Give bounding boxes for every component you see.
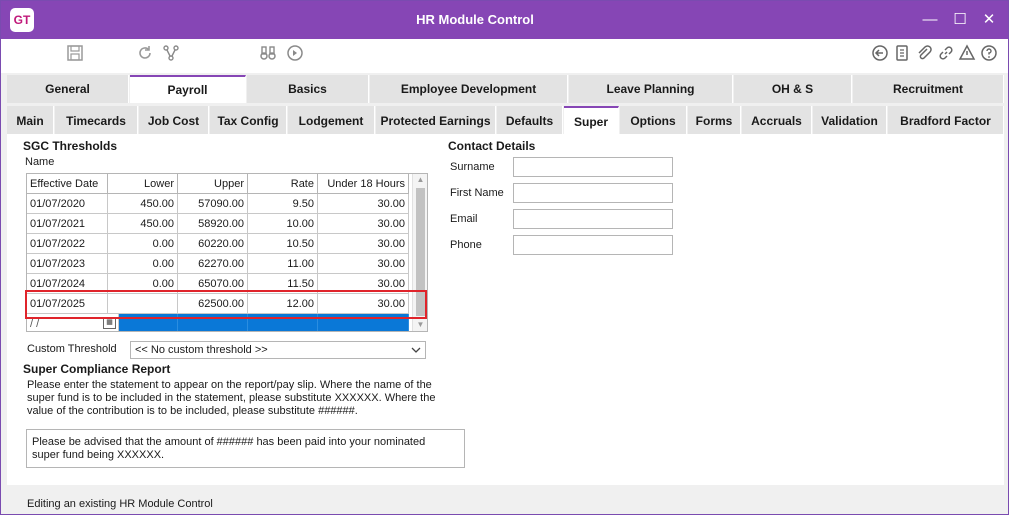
tab-protected-earnings[interactable]: Protected Earnings	[376, 106, 496, 134]
chevron-down-icon[interactable]	[411, 342, 421, 364]
grid-header: Effective Date Lower Upper Rate Under 18…	[27, 174, 409, 194]
instruction-line: value of the contribution is to be inclu…	[27, 405, 358, 417]
custom-threshold-select[interactable]: << No custom threshold >>	[130, 341, 426, 359]
hr-module-control-window: GT HR Module Control — ☐ ✕ General Payro…	[0, 0, 1009, 515]
title-bar: GT HR Module Control — ☐ ✕	[1, 1, 1008, 39]
alert-icon[interactable]	[957, 44, 977, 64]
cell-under-18-hours[interactable]: 30.00	[318, 214, 409, 234]
calendar-icon[interactable]: ▦	[103, 318, 116, 329]
tab-accruals[interactable]: Accruals	[742, 106, 812, 134]
custom-threshold-value: << No custom threshold >>	[135, 344, 268, 356]
email-label: Email	[450, 213, 478, 225]
hierarchy-icon[interactable]	[161, 44, 181, 64]
tab-employee-development[interactable]: Employee Development	[370, 75, 568, 103]
tab-bradford-factor[interactable]: Bradford Factor	[888, 106, 1004, 134]
tab-recruitment[interactable]: Recruitment	[853, 75, 1004, 103]
column-header-rate[interactable]: Rate	[248, 174, 318, 194]
tab-timecards[interactable]: Timecards	[55, 106, 138, 134]
cell-lower[interactable]: 0.00	[108, 254, 178, 274]
tab-general[interactable]: General	[7, 75, 129, 103]
status-bar: Editing an existing HR Module Control	[7, 493, 1004, 514]
sgc-thresholds-heading: SGC Thresholds	[23, 139, 118, 153]
save-icon[interactable]	[65, 44, 85, 64]
cell-effective-date[interactable]: 01/07/2020	[27, 194, 108, 214]
phone-field[interactable]	[513, 235, 673, 255]
cell-under-18-hours[interactable]: 30.00	[318, 254, 409, 274]
maximize-button[interactable]: ☐	[949, 9, 971, 31]
tab-defaults[interactable]: Defaults	[497, 106, 563, 134]
close-button[interactable]: ✕	[978, 9, 1000, 31]
cell-upper[interactable]: 58920.00	[178, 214, 248, 234]
tab-main[interactable]: Main	[7, 106, 54, 134]
column-header-lower[interactable]: Lower	[108, 174, 178, 194]
cell-upper[interactable]: 62270.00	[178, 254, 248, 274]
tab-job-cost[interactable]: Job Cost	[139, 106, 209, 134]
name-label: Name	[25, 156, 55, 168]
record-navigate-icon[interactable]	[285, 44, 305, 64]
surname-label: Surname	[450, 161, 495, 173]
custom-threshold-label: Custom Threshold	[27, 343, 117, 355]
super-statement-textarea[interactable]: Please be advised that the amount of ###…	[26, 429, 465, 468]
cell-effective-date[interactable]: 01/07/2023	[27, 254, 108, 274]
table-row[interactable]: 01/07/2021 450.00 58920.00 10.00 30.00	[27, 214, 409, 234]
surname-field[interactable]	[513, 157, 673, 177]
cell-rate[interactable]: 10.50	[248, 234, 318, 254]
super-tab-panel: SGC Thresholds Name Effective Date Lower…	[7, 134, 1004, 485]
cell-effective-date[interactable]: 01/07/2021	[27, 214, 108, 234]
cell-upper[interactable]: 60220.00	[178, 234, 248, 254]
cell-under-18-hours[interactable]: 30.00	[318, 234, 409, 254]
first-name-label: First Name	[450, 187, 504, 199]
binoculars-icon[interactable]	[258, 44, 278, 64]
tab-payroll[interactable]: Payroll	[130, 75, 246, 103]
instruction-line: Please enter the statement to appear on …	[27, 379, 432, 391]
table-row[interactable]: 01/07/2023 0.00 62270.00 11.00 30.00	[27, 254, 409, 274]
back-arrow-icon[interactable]	[870, 44, 890, 64]
date-mask-text: / /	[30, 318, 40, 330]
cell-under-18-hours[interactable]: 30.00	[318, 194, 409, 214]
statement-line: Please be advised that the amount of ###…	[32, 436, 426, 448]
contact-details-heading: Contact Details	[448, 139, 536, 153]
super-report-instructions: Please enter the statement to appear on …	[27, 379, 477, 418]
cell-rate[interactable]: 9.50	[248, 194, 318, 214]
cell-rate[interactable]: 10.00	[248, 214, 318, 234]
cell-effective-date[interactable]: 01/07/2022	[27, 234, 108, 254]
phone-label: Phone	[450, 239, 482, 251]
help-icon[interactable]	[979, 44, 999, 64]
column-header-upper[interactable]: Upper	[178, 174, 248, 194]
cell-lower[interactable]: 450.00	[108, 214, 178, 234]
link-icon[interactable]	[936, 44, 956, 64]
window-title: HR Module Control	[416, 12, 534, 27]
highlight-annotation-box	[25, 290, 427, 319]
tab-basics[interactable]: Basics	[247, 75, 369, 103]
tab-super[interactable]: Super	[564, 106, 619, 134]
scroll-up-icon[interactable]: ▲	[413, 174, 427, 186]
toolbar	[1, 39, 1008, 73]
statement-line: super fund being XXXXXX.	[32, 449, 165, 461]
tab-options[interactable]: Options	[620, 106, 687, 134]
tab-oh-and-s[interactable]: OH & S	[734, 75, 852, 103]
first-name-field[interactable]	[513, 183, 673, 203]
document-icon[interactable]	[892, 44, 912, 64]
tab-tax-config[interactable]: Tax Config	[210, 106, 287, 134]
cell-upper[interactable]: 57090.00	[178, 194, 248, 214]
tab-forms[interactable]: Forms	[688, 106, 741, 134]
cell-lower[interactable]: 0.00	[108, 234, 178, 254]
super-compliance-report-heading: Super Compliance Report	[23, 362, 171, 376]
attachment-icon[interactable]	[914, 44, 934, 64]
refresh-icon[interactable]	[135, 44, 155, 64]
tab-validation[interactable]: Validation	[813, 106, 887, 134]
scroll-down-icon[interactable]: ▼	[413, 319, 427, 331]
table-row[interactable]: 01/07/2020 450.00 57090.00 9.50 30.00	[27, 194, 409, 214]
cell-lower[interactable]: 450.00	[108, 194, 178, 214]
tab-lodgement[interactable]: Lodgement	[288, 106, 375, 134]
cell-rate[interactable]: 11.00	[248, 254, 318, 274]
minimize-button[interactable]: —	[919, 9, 941, 31]
column-header-effective-date[interactable]: Effective Date	[27, 174, 108, 194]
table-row[interactable]: 01/07/2022 0.00 60220.00 10.50 30.00	[27, 234, 409, 254]
tab-leave-planning[interactable]: Leave Planning	[569, 75, 733, 103]
column-header-under-18-hours[interactable]: Under 18 Hours	[318, 174, 409, 194]
email-field[interactable]	[513, 209, 673, 229]
instruction-line: super fund is to be included in the stat…	[27, 392, 436, 404]
